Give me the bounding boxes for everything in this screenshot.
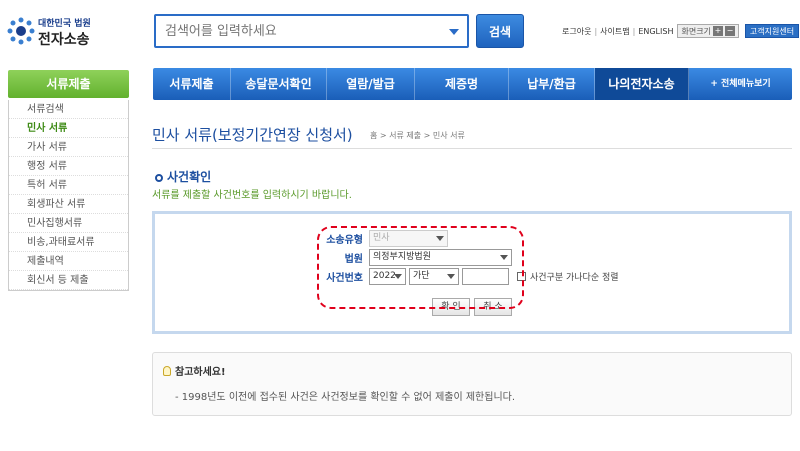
sitemap-link[interactable]: 사이트맵 xyxy=(600,26,629,37)
notice-text: - 1998년도 이전에 접수된 사건은 사건정보를 확인할 수 없어 제출이 … xyxy=(175,392,516,403)
bullet-icon xyxy=(155,174,163,182)
sidebar-item-civil[interactable]: 민사 서류 xyxy=(9,119,128,138)
utility-links: 로그아웃 | 사이트맵 | ENGLISH 화면크기 + − 고객지원센터 xyxy=(562,24,800,38)
logout-link[interactable]: 로그아웃 xyxy=(562,26,591,37)
nav-certificate[interactable]: 제증명 xyxy=(415,68,509,100)
section-title-text: 사건확인 xyxy=(167,170,212,184)
search-button[interactable]: 검색 xyxy=(476,14,524,48)
court-emblem-icon xyxy=(7,17,35,45)
divider xyxy=(152,148,792,149)
main-nav: 서류제출 송달문서확인 열람/발급 제증명 납부/환급 나의전자소송 + 전체메… xyxy=(153,68,792,100)
highlight-annotation xyxy=(317,226,524,309)
sort-checkbox-label: 사건구분 가나다순 정렬 xyxy=(530,273,619,283)
sidebar-item-noncontentious[interactable]: 비송,과태료서류 xyxy=(9,233,128,252)
section-title: 사건확인 xyxy=(155,168,211,185)
sidebar-menu: 서류검색 민사 서류 가사 서류 행정 서류 특허 서류 회생파산 서류 민사집… xyxy=(8,100,129,291)
font-size-control: 화면크기 + − xyxy=(677,24,739,38)
nav-service-check[interactable]: 송달문서확인 xyxy=(231,68,327,100)
sidebar-item-search[interactable]: 서류검색 xyxy=(9,100,128,119)
notice-title: 참고하세요! xyxy=(163,363,226,378)
sidebar-item-history[interactable]: 제출내역 xyxy=(9,252,128,271)
search-box xyxy=(154,14,469,48)
english-link[interactable]: ENGLISH xyxy=(638,27,673,36)
notice-box: 참고하세요! - 1998년도 이전에 접수된 사건은 사건정보를 확인할 수 … xyxy=(152,352,792,416)
help-center-button[interactable]: 고객지원센터 xyxy=(744,24,800,38)
nav-all-menu[interactable]: + 전체메뉴보기 xyxy=(689,68,792,100)
search-dropdown-icon[interactable] xyxy=(449,29,459,35)
separator: | xyxy=(632,26,636,36)
sidebar-item-execution[interactable]: 민사집행서류 xyxy=(9,214,128,233)
sidebar-item-reply[interactable]: 회신서 등 제출 xyxy=(9,271,128,290)
breadcrumb: 홈 > 서류 제출 > 민사 서류 xyxy=(370,131,465,140)
section-description: 서류를 제출할 사건번호를 입력하시기 바랍니다. xyxy=(152,190,352,201)
logo-name: 전자소송 xyxy=(38,32,90,48)
sidebar-item-family[interactable]: 가사 서류 xyxy=(9,138,128,157)
sidebar-item-patent[interactable]: 특허 서류 xyxy=(9,176,128,195)
page-title: 민사 서류(보정기간연장 신청서) xyxy=(152,126,353,144)
font-minus-icon[interactable]: − xyxy=(724,26,735,36)
font-plus-icon[interactable]: + xyxy=(712,26,723,36)
separator: | xyxy=(594,26,598,36)
sidebar-item-administrative[interactable]: 행정 서류 xyxy=(9,157,128,176)
search-input[interactable] xyxy=(156,16,426,46)
font-size-label: 화면크기 xyxy=(681,26,711,36)
logo-org: 대한민국 법원 xyxy=(38,19,91,29)
court-logo[interactable]: 대한민국 법원 전자소송 xyxy=(6,14,106,48)
nav-my-lawsuit[interactable]: 나의전자소송 xyxy=(595,68,689,100)
nav-view-issue[interactable]: 열람/발급 xyxy=(327,68,415,100)
notice-title-text: 참고하세요! xyxy=(175,367,226,378)
nav-submit[interactable]: 서류제출 xyxy=(153,68,231,100)
sidebar-item-rehabilitation[interactable]: 회생파산 서류 xyxy=(9,195,128,214)
nav-payment[interactable]: 납부/환급 xyxy=(509,68,595,100)
lightbulb-icon xyxy=(163,366,171,376)
sidebar-title[interactable]: 서류제출 xyxy=(8,70,129,98)
